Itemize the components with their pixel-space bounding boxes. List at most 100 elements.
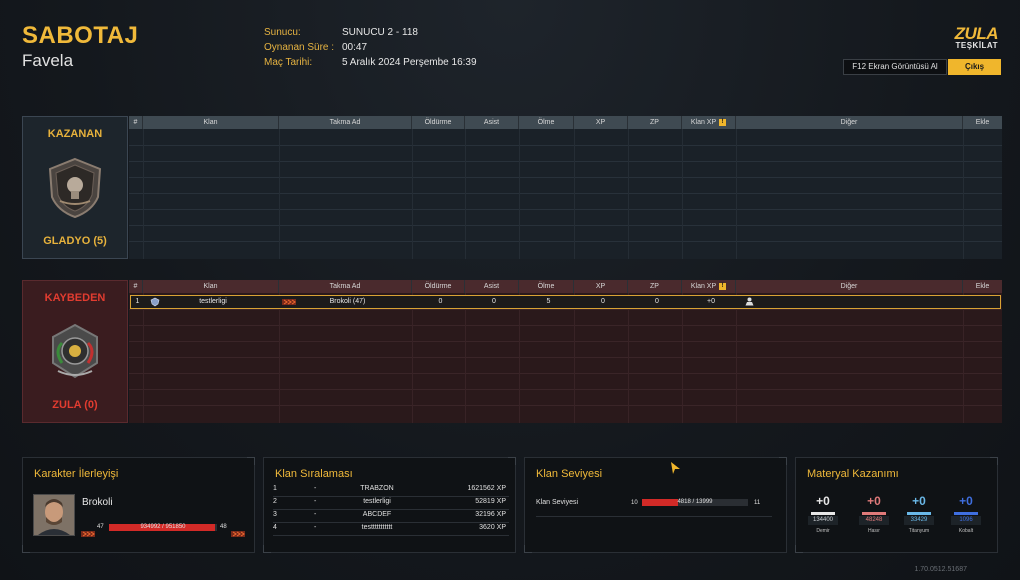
col-kills: Öldürme [412, 280, 465, 293]
col-deaths: Ölme [519, 116, 574, 129]
col-clan: Klan [143, 280, 279, 293]
other-player-icon[interactable] [743, 297, 755, 309]
clan-current-level: 10 [631, 500, 638, 506]
avatar [33, 494, 75, 536]
rank-icon [81, 524, 95, 537]
material-titanium: +0 33429 Titanyum [904, 494, 934, 534]
game-mode-title: SABOTAJ [22, 22, 139, 49]
row-xp: 0 [601, 298, 605, 305]
match-info: Sunucu: SUNUCU 2 - 118 Oynanan Süre : 00:4… [264, 25, 477, 70]
col-assists: Asist [465, 116, 519, 129]
map-name: Favela [22, 51, 74, 70]
mouse-cursor-icon [671, 462, 680, 474]
next-level: 48 [220, 524, 227, 530]
material-name: Kobalt [958, 528, 974, 534]
col-clanxp-label: Klan XP [690, 119, 717, 126]
clan-xp-text: 4818 / 13999 [677, 499, 713, 505]
exit-button[interactable]: Çıkış [948, 59, 1001, 75]
material-value: 134400 [808, 516, 838, 525]
winner-section: KAZANAN GLADYO (5) # Klan Takma Ad Öldür… [22, 116, 1003, 259]
warning-icon[interactable]: ! [719, 118, 727, 126]
duration-label: Oynanan Süre : [264, 42, 335, 53]
winner-team-name: GLADYO (5) [43, 235, 107, 247]
duration-value: 00:47 [342, 42, 368, 53]
material-iron: +0 134400 Demir [808, 494, 838, 534]
material-name: Hasır [868, 528, 880, 534]
character-panel-title: Karakter İlerleyişi [34, 468, 119, 480]
loser-scoreboard: # Klan Takma Ad Öldürme Asist Ölme XP ZP… [129, 280, 1002, 423]
rank-xp: 3620 XP [479, 524, 506, 531]
server-label: Sunucu: [264, 27, 301, 38]
material-cobalt: +0 1096 Kobalt [951, 494, 981, 534]
screenshot-button[interactable]: F12 Ekran Görüntüsü Al [843, 59, 947, 75]
col-other: Diğer [736, 280, 963, 293]
winner-scoreboard: # Klan Takma Ad Öldürme Asist Ölme XP ZP… [129, 116, 1002, 259]
clan-level-panel: Klan Seviyesi Klan Seviyesi 10 4818 / 13… [524, 457, 787, 553]
server-value: SUNUCU 2 - 118 [342, 27, 418, 38]
row-clanxp: +0 [707, 298, 715, 305]
version-text: 1.70.0512.51687 [914, 566, 967, 573]
col-zp: ZP [628, 116, 682, 129]
col-nick: Takma Ad [279, 280, 412, 293]
current-level: 47 [97, 524, 104, 530]
rank-dash: - [314, 511, 317, 518]
rank-xp: 32196 XP [475, 511, 506, 518]
material-gain: +0 [816, 494, 830, 508]
col-add: Ekle [975, 119, 990, 126]
warning-icon[interactable]: ! [719, 282, 727, 290]
rank-pos: 1 [273, 485, 277, 492]
loser-label: KAYBEDEN [44, 292, 106, 304]
winner-table-header: # Klan Takma Ad Öldürme Asist Ölme XP ZP… [129, 116, 1002, 129]
row-zp: 0 [655, 298, 659, 305]
material-name: Demir [816, 528, 830, 534]
row-num: 1 [135, 298, 140, 305]
rank-clan: ABCDEF [362, 511, 392, 518]
col-assists: Asist [465, 280, 519, 293]
logo-sub-text: TEŞKİLAT [955, 41, 998, 50]
winner-label: KAZANAN [47, 128, 103, 140]
rank-dash: - [314, 524, 317, 531]
loser-team-name: ZULA (0) [52, 399, 98, 411]
next-rank-icon [231, 524, 245, 537]
material-gain: +0 [912, 494, 926, 508]
clan-xp-bar: 4818 / 13999 [642, 499, 748, 506]
col-zp: ZP [628, 280, 682, 293]
rank-clan: testlerligi [363, 498, 391, 505]
row-kills: 0 [438, 298, 443, 305]
material-gain: +0 [959, 494, 973, 508]
material-gain-panel: Materyal Kazanımı +0 134400 Demir +0 482… [795, 457, 998, 553]
date-label: Maç Tarihi: [264, 57, 313, 68]
character-name: Brokoli [82, 497, 113, 508]
logo-main-text: ZULA [954, 24, 999, 43]
row-clan: testlerligi [199, 298, 227, 305]
clan-ranking-panel: Klan Sıralaması 1 - TRABZON 1621562 XP 2… [263, 457, 516, 553]
loser-section: KAYBEDEN ZULA (0) # Klan Takma Ad Öldürm… [22, 280, 1003, 423]
material-value: 48248 [859, 516, 889, 525]
character-xp-text: 934992 / 951850 [140, 524, 186, 530]
zula-logo: ZULA TEŞKİLAT [950, 24, 999, 56]
row-deaths: 5 [546, 298, 551, 305]
material-name: Titanyum [908, 528, 930, 534]
rank-pos: 2 [273, 498, 277, 505]
col-num: # [129, 116, 143, 129]
col-kills: Öldürme [412, 116, 465, 129]
col-clanxp: Klan XP! [682, 116, 736, 129]
loser-table-header: # Klan Takma Ad Öldürme Asist Ölme XP ZP… [129, 280, 1002, 293]
row-nick: Brokoli (47) [329, 298, 366, 305]
row-assists: 0 [492, 298, 496, 305]
col-other: Diğer [736, 116, 963, 129]
rank-clan: testtttttttttt [361, 524, 393, 531]
rank-xp: 52819 XP [475, 498, 506, 505]
col-deaths: Ölme [519, 280, 574, 293]
rank-dash: - [314, 485, 317, 492]
gladyo-emblem-icon [48, 157, 102, 219]
rank-pos: 4 [273, 524, 277, 531]
clan-level-panel-title: Klan Seviyesi [536, 468, 603, 480]
material-value: 33429 [904, 516, 934, 525]
rank-clan: TRABZON [360, 485, 394, 492]
clan-next-level: 11 [754, 500, 761, 506]
table-row[interactable]: 1 testlerligi Brokoli (47) 0 0 5 0 0 +0 [130, 295, 1001, 309]
clan-level-label: Klan Seviyesi [536, 499, 579, 506]
col-xp: XP [574, 116, 628, 129]
material-panel-title: Materyal Kazanımı [807, 468, 899, 480]
